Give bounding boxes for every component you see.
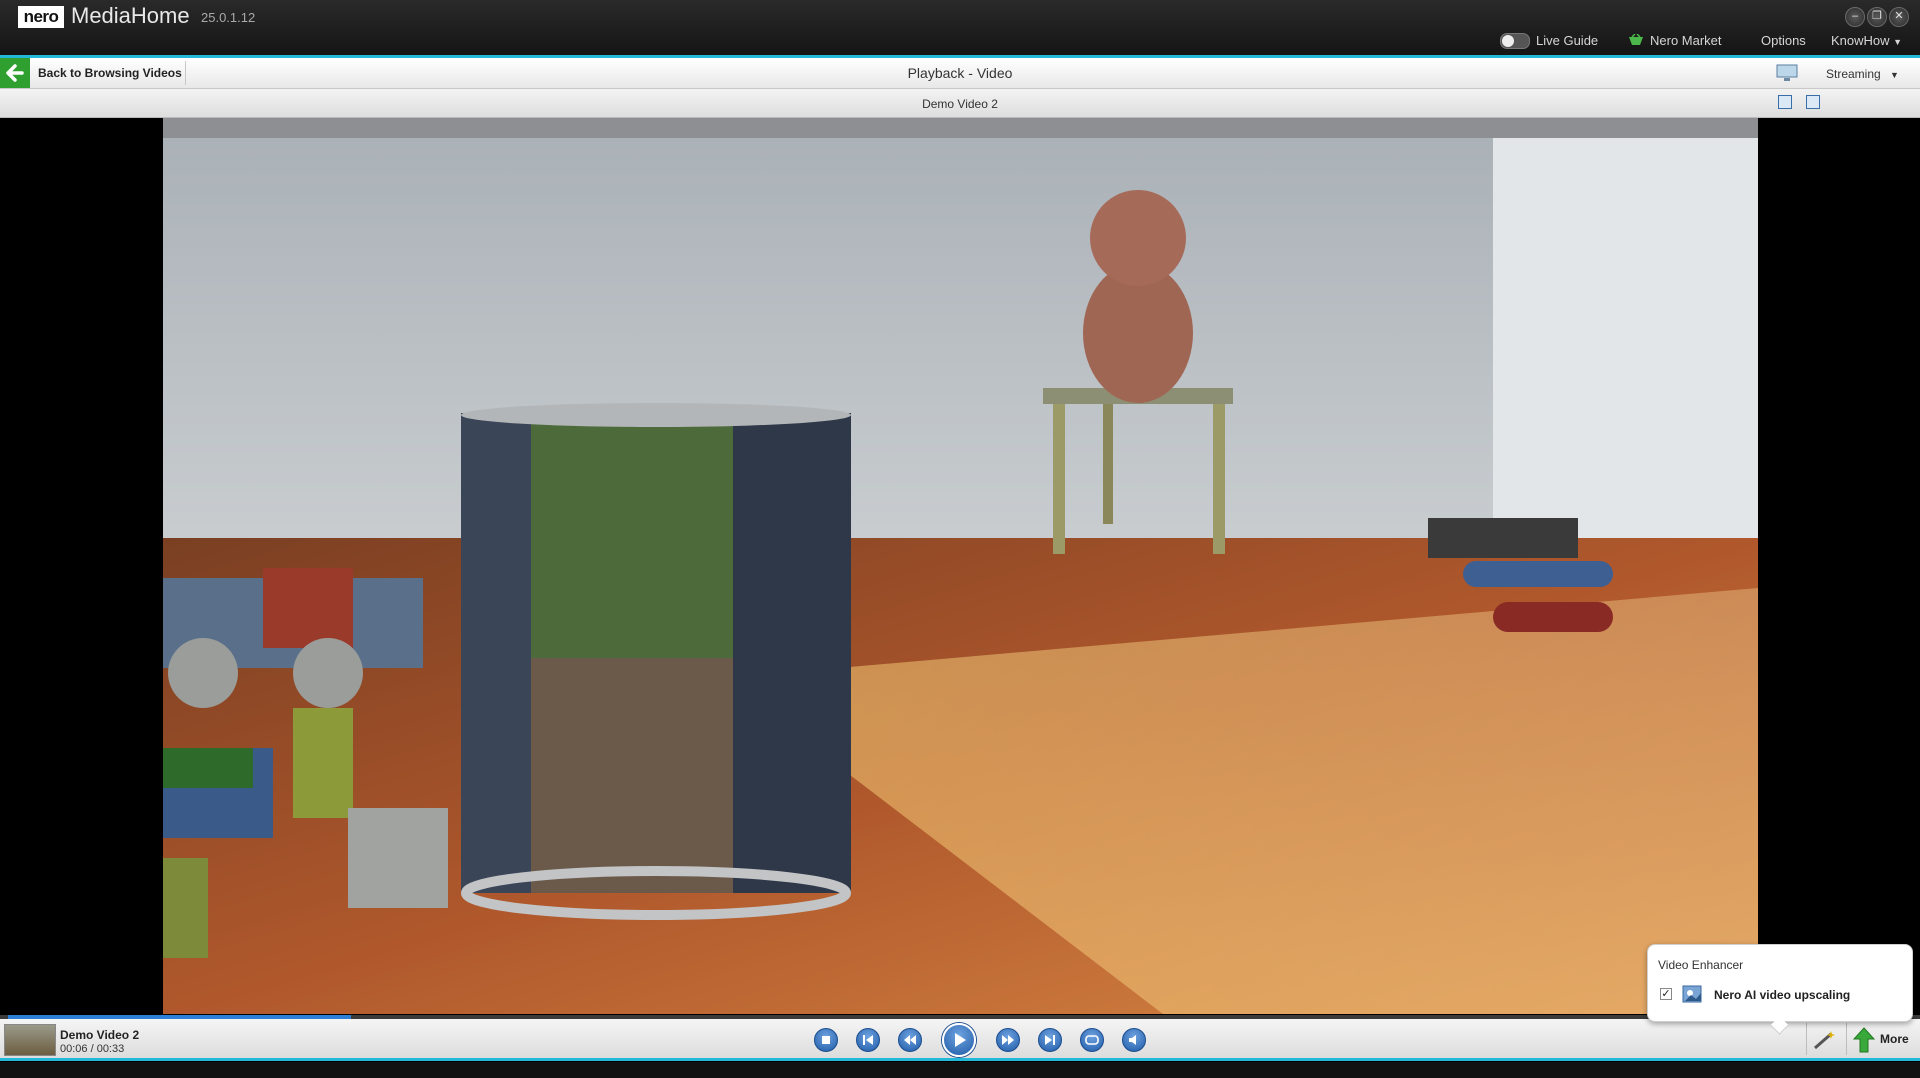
previous-button[interactable] xyxy=(856,1028,880,1052)
volume-icon xyxy=(1129,1035,1136,1045)
page-title: Playback - Video xyxy=(907,65,1013,81)
minimize-button[interactable]: – xyxy=(1845,7,1865,27)
close-button[interactable]: ✕ xyxy=(1889,7,1909,27)
market-basket-icon xyxy=(1629,34,1643,45)
stop-button[interactable] xyxy=(814,1028,838,1052)
play-button[interactable] xyxy=(942,1023,976,1057)
skip-back-icon xyxy=(863,1035,873,1045)
rewind-button[interactable] xyxy=(898,1028,922,1052)
stop-icon xyxy=(822,1036,830,1044)
check-icon: ✓ xyxy=(1661,988,1671,1000)
monitor-icon[interactable] xyxy=(1776,64,1798,82)
nav-divider xyxy=(185,61,186,85)
video-frame[interactable] xyxy=(163,118,1758,1014)
repeat-icon xyxy=(1085,1035,1099,1045)
now-playing-thumbnail xyxy=(4,1024,56,1056)
video-enhancer-popup: Video Enhancer ✓ Nero AI video upscaling xyxy=(1647,944,1913,1035)
live-guide-label[interactable]: Live Guide xyxy=(1536,33,1598,48)
bottom-strip xyxy=(0,1062,1920,1078)
app-name: MediaHome xyxy=(71,3,190,28)
back-arrow-icon[interactable] xyxy=(0,58,30,88)
knowhow-menu[interactable]: KnowHow ▼ xyxy=(1831,33,1902,48)
skip-forward-icon xyxy=(1045,1035,1055,1045)
fullscreen-icon[interactable] xyxy=(1806,95,1820,109)
control-bar: Demo Video 2 00:06 / 00:33 More xyxy=(0,1019,1920,1061)
nav-bar: Back to Browsing Videos Playback - Video… xyxy=(0,58,1920,89)
video-title: Demo Video 2 xyxy=(922,97,998,111)
play-icon xyxy=(955,1033,966,1047)
nero-logo: nero xyxy=(18,6,64,28)
toggle-knob xyxy=(1502,35,1514,47)
now-playing-title: Demo Video 2 xyxy=(60,1028,140,1042)
ai-upscaling-checkbox[interactable]: ✓ xyxy=(1660,988,1672,1000)
app-version: 25.0.1.12 xyxy=(201,10,256,25)
next-button[interactable] xyxy=(1038,1028,1062,1052)
ai-upscaling-icon xyxy=(1682,985,1702,1003)
control-divider xyxy=(1806,1023,1807,1055)
video-title-bar: Demo Video 2 xyxy=(0,89,1920,118)
title-bar: nero MediaHome 25.0.1.12 – ❐ ✕ Live Guid… xyxy=(0,0,1920,58)
restore-button[interactable]: ❐ xyxy=(1867,7,1887,27)
up-arrow-icon xyxy=(1853,1027,1875,1053)
ai-upscaling-label[interactable]: Nero AI video upscaling xyxy=(1714,988,1850,1002)
streaming-dropdown[interactable]: Streaming ▼ xyxy=(1826,67,1899,81)
options-menu[interactable]: Options xyxy=(1761,33,1806,48)
volume-button[interactable] xyxy=(1122,1028,1146,1052)
fast-forward-icon xyxy=(1002,1035,1014,1045)
now-playing-time: 00:06 / 00:33 xyxy=(60,1043,125,1055)
back-to-browsing-link[interactable]: Back to Browsing Videos xyxy=(38,66,182,80)
view-mode-icon[interactable] xyxy=(1778,95,1792,109)
knowhow-label: KnowHow xyxy=(1831,33,1890,48)
video-enhancer-title: Video Enhancer xyxy=(1658,958,1744,972)
streaming-label: Streaming xyxy=(1826,67,1881,81)
fast-forward-button[interactable] xyxy=(996,1028,1020,1052)
repeat-button[interactable] xyxy=(1080,1028,1104,1052)
rewind-icon xyxy=(904,1035,916,1045)
magic-wand-icon[interactable] xyxy=(1812,1029,1838,1051)
chevron-down-icon: ▼ xyxy=(1893,37,1903,47)
chevron-down-icon: ▼ xyxy=(1890,70,1899,80)
bottom-accent-line xyxy=(0,1058,1920,1061)
nero-market-link[interactable]: Nero Market xyxy=(1650,33,1722,48)
more-label: More xyxy=(1880,1032,1909,1046)
video-scene-image xyxy=(163,118,1758,1014)
control-divider xyxy=(1846,1023,1847,1055)
live-guide-toggle[interactable] xyxy=(1500,33,1530,49)
